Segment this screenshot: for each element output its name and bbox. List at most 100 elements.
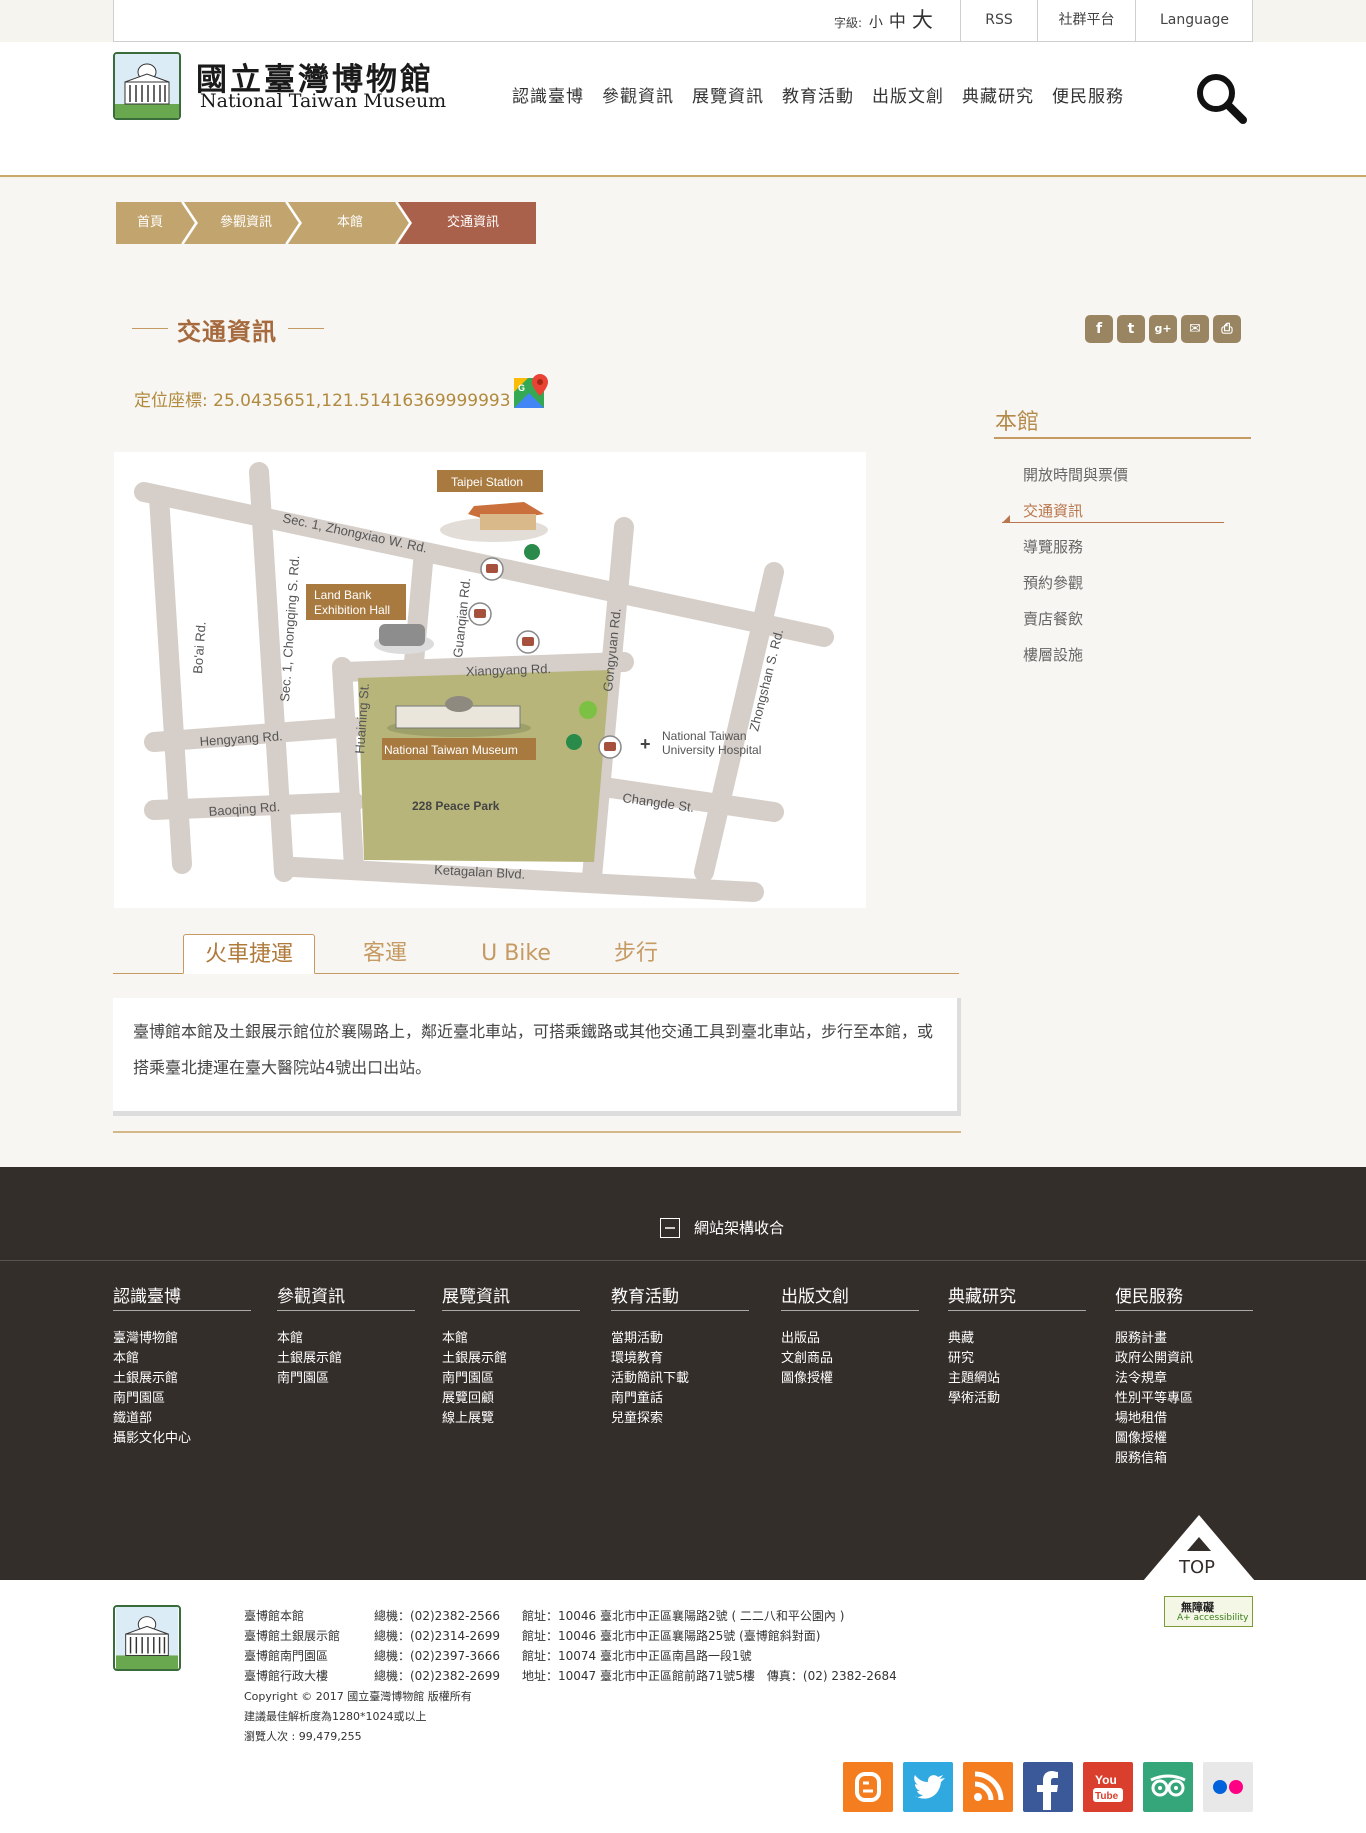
youtube-icon[interactable]: You Tube <box>1083 1762 1133 1812</box>
twitter-icon[interactable] <box>903 1762 953 1812</box>
nav-collections[interactable]: 典藏研究 <box>962 82 1034 112</box>
footer-col-title-about[interactable]: 認識臺博 <box>113 1282 181 1307</box>
footer-link[interactable]: 本館 <box>277 1327 303 1346</box>
footer-col-line <box>113 1310 251 1311</box>
nav-services[interactable]: 便民服務 <box>1052 82 1124 112</box>
breadcrumb-visit[interactable]: 參觀資訊 <box>196 202 296 244</box>
footer-col-title-education[interactable]: 教育活動 <box>611 1282 679 1307</box>
footer-link[interactable]: 攝影文化中心 <box>113 1427 191 1446</box>
footer-link[interactable]: 本館 <box>442 1327 468 1346</box>
language-link[interactable]: Language <box>1135 0 1253 41</box>
sidebar-item-floor-facilities[interactable]: 樓層設施 <box>1023 644 1083 665</box>
museum-logo[interactable] <box>113 52 181 120</box>
footer-link[interactable]: 南門園區 <box>277 1367 329 1386</box>
search-button[interactable] <box>1193 70 1249 126</box>
sitemap-collapse-label[interactable]: 網站架構收合 <box>694 1217 784 1238</box>
tab-walk[interactable]: 步行 <box>581 934 691 974</box>
map-ntm-label: National Taiwan Museum <box>384 743 518 757</box>
footer-link[interactable]: 展覽回顧 <box>442 1387 494 1406</box>
footer-link[interactable]: 當期活動 <box>611 1327 663 1346</box>
rss-icon[interactable] <box>963 1762 1013 1812</box>
accessibility-badge[interactable]: 無障礙 A+ accessibility <box>1164 1596 1253 1627</box>
footer-col-title-exhibitions[interactable]: 展覽資訊 <box>442 1282 510 1307</box>
flickr-icon[interactable] <box>1203 1762 1253 1812</box>
sidebar-item-guided-tours[interactable]: 導覽服務 <box>1023 536 1083 557</box>
font-large-button[interactable]: 大 <box>912 0 933 41</box>
footer-link[interactable]: 臺灣博物館 <box>113 1327 178 1346</box>
sitemap-collapse-toggle[interactable] <box>660 1218 680 1238</box>
nav-visit[interactable]: 參觀資訊 <box>602 82 674 112</box>
footer-link[interactable]: 鐵道部 <box>113 1407 152 1426</box>
svg-text:Tube: Tube <box>1095 1791 1119 1802</box>
footer-link[interactable]: 文創商品 <box>781 1347 833 1366</box>
facebook-icon[interactable] <box>1023 1762 1073 1812</box>
footer-link[interactable]: 土銀展示館 <box>277 1347 342 1366</box>
sidebar-item-shop-dining[interactable]: 賣店餐飲 <box>1023 608 1083 629</box>
breadcrumb-home[interactable]: 首頁 <box>116 202 184 244</box>
footer-col-title-services[interactable]: 便民服務 <box>1115 1282 1183 1307</box>
footer-link[interactable]: 南門童話 <box>611 1387 663 1406</box>
footer-link[interactable]: 性別平等專區 <box>1115 1387 1193 1406</box>
twitter-share-icon[interactable]: t <box>1117 315 1145 343</box>
footer-col-title-visit[interactable]: 參觀資訊 <box>277 1282 345 1307</box>
footer-link[interactable]: 活動簡訊下載 <box>611 1367 689 1386</box>
footer-link[interactable]: 出版品 <box>781 1327 820 1346</box>
footer-link[interactable]: 法令規章 <box>1115 1367 1167 1386</box>
footer-link[interactable]: 學術活動 <box>948 1387 1000 1406</box>
sidebar-active-line <box>1002 522 1224 523</box>
footer-link[interactable]: 典藏 <box>948 1327 974 1346</box>
footer-col-title-collections[interactable]: 典藏研究 <box>948 1282 1016 1307</box>
rss-link[interactable]: RSS <box>960 0 1037 41</box>
sidebar-item-hours-tickets[interactable]: 開放時間與票價 <box>1023 464 1128 485</box>
footer-link[interactable]: 圖像授權 <box>781 1367 833 1386</box>
footer-col-line <box>948 1310 1086 1311</box>
social-platform-link[interactable]: 社群平台 <box>1037 0 1135 41</box>
footer-link[interactable]: 服務信箱 <box>1115 1447 1167 1466</box>
email-share-icon[interactable]: ✉ <box>1181 315 1209 343</box>
footer-link[interactable]: 圖像授權 <box>1115 1427 1167 1446</box>
footer-link[interactable]: 研究 <box>948 1347 974 1366</box>
nav-publications[interactable]: 出版文創 <box>872 82 944 112</box>
nav-exhibitions[interactable]: 展覽資訊 <box>692 82 764 112</box>
share-bar: f t g+ ✉ ⎙ <box>1085 315 1241 343</box>
sidebar-item-reservation[interactable]: 預約參觀 <box>1023 572 1083 593</box>
footer-link[interactable]: 兒童探索 <box>611 1407 663 1426</box>
info-name: 臺博館行政大樓 <box>244 1669 329 1683</box>
footer-link[interactable]: 場地租借 <box>1115 1407 1167 1426</box>
twitter-glyph <box>914 1775 945 1799</box>
tab-ubike[interactable]: U Bike <box>451 934 581 974</box>
back-to-top-button[interactable]: TOP <box>1143 1515 1255 1581</box>
footer-link[interactable]: 土銀展示館 <box>442 1347 507 1366</box>
footer-link[interactable]: 政府公開資訊 <box>1115 1347 1193 1366</box>
google-maps-link[interactable]: G <box>514 372 550 410</box>
blogger-icon[interactable] <box>843 1762 893 1812</box>
font-medium-button[interactable]: 中 <box>889 2 906 43</box>
sidebar-item-transport[interactable]: 交通資訊 <box>1023 500 1083 521</box>
footer-link[interactable]: 線上展覽 <box>442 1407 494 1426</box>
google-plus-share-icon[interactable]: g+ <box>1149 315 1177 343</box>
footer-link[interactable]: 南門園區 <box>442 1367 494 1386</box>
breadcrumb-main-building[interactable]: 本館 <box>300 202 400 244</box>
footer-col-line <box>1115 1310 1253 1311</box>
footer-link[interactable]: 本館 <box>113 1347 139 1366</box>
footer-link[interactable]: 環境教育 <box>611 1347 663 1366</box>
tab-bus[interactable]: 客運 <box>335 934 435 974</box>
tripadvisor-icon[interactable] <box>1143 1762 1193 1812</box>
facebook-share-icon[interactable]: f <box>1085 315 1113 343</box>
facebook-glyph <box>1037 1771 1058 1810</box>
footer-link[interactable]: 南門園區 <box>113 1387 165 1406</box>
nav-education[interactable]: 教育活動 <box>782 82 854 112</box>
search-icon <box>1197 74 1247 124</box>
print-icon[interactable]: ⎙ <box>1213 315 1241 343</box>
nav-about[interactable]: 認識臺博 <box>512 82 584 112</box>
footer-link[interactable]: 土銀展示館 <box>113 1367 178 1386</box>
font-small-button[interactable]: 小 <box>869 3 883 44</box>
footer-col-title-publications[interactable]: 出版文創 <box>781 1282 849 1307</box>
footer-link[interactable]: 服務計畫 <box>1115 1327 1167 1346</box>
tab-train-mrt[interactable]: 火車捷運 <box>183 934 315 974</box>
footer-link[interactable]: 主題網站 <box>948 1367 1000 1386</box>
info-address: 館址：10046 臺北市中正區襄陽路25號 (臺博館斜對面) <box>522 1629 821 1643</box>
footer-logo <box>113 1605 181 1671</box>
tab-panel-text: 臺博館本館及土銀展示館位於襄陽路上，鄰近臺北車站，可搭乘鐵路或其他交通工具到臺北… <box>133 1022 934 1077</box>
title-deco-line-left <box>132 328 168 329</box>
